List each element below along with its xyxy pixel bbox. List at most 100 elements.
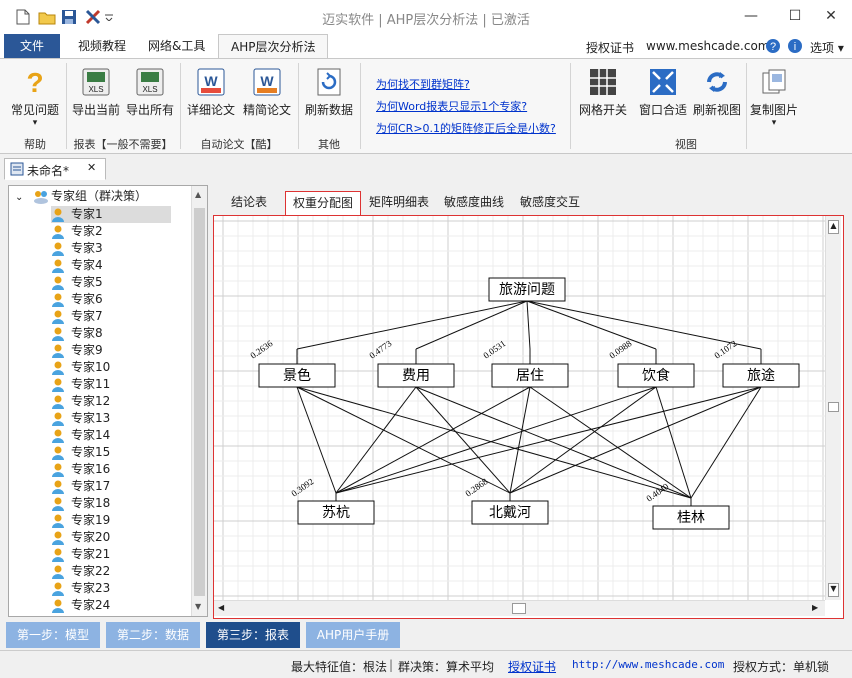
tree-item-expert[interactable]: 专家1 [51,206,171,223]
tab-video[interactable]: 视频教程 [66,34,138,58]
tree-item-expert[interactable]: 专家22 [51,563,110,580]
collapse-chevron-icon[interactable]: ⌄ [15,192,23,203]
tree-item-expert[interactable]: 专家14 [51,427,110,444]
tree-item-label: 专家16 [71,462,111,476]
criterion-node[interactable]: 旅途 [722,363,800,388]
copy-image-button[interactable]: 复制图片 ▾ [748,67,800,128]
alternative-node[interactable]: 苏杭 [297,500,375,525]
scroll-down-arrow[interactable]: ▼ [828,583,839,597]
options-menu[interactable]: 选项 ▾ [810,39,844,56]
criterion-node[interactable]: 饮食 [617,363,695,388]
group-separator [298,63,299,149]
tree-item-expert[interactable]: 专家9 [51,342,103,359]
fit-window-button[interactable]: 窗口合适 [636,67,690,118]
tab-sensitivity-interactive[interactable]: 敏感度交互 [513,191,587,215]
person-icon [51,428,65,443]
expert-tree[interactable]: ⌄ 专家组（群决策） 专家1 专家2 专家3 专家4 专家5 专家6 专家7 专家8 专家9 专家… [8,185,208,617]
tab-ahp[interactable]: AHP层次分析法 [218,34,329,58]
person-icon [51,207,65,222]
refresh-doc-icon [314,67,344,97]
tree-item-expert[interactable]: 专家13 [51,410,110,427]
info-icon[interactable]: i [787,38,803,54]
tree-item-expert[interactable]: 专家3 [51,240,103,257]
tab-weight-diagram[interactable]: 权重分配图 [285,191,361,215]
step-report-button[interactable]: 第三步：报表 [206,622,300,648]
canvas-hscroll[interactable]: ◀ ▶ [214,600,825,616]
tree-item-expert[interactable]: 专家21 [51,546,110,563]
tree-item-expert[interactable]: 专家24 [51,597,110,614]
tree-item-expert[interactable]: 专家7 [51,308,103,325]
tab-network[interactable]: 网络&工具 [136,34,217,58]
refresh-view-button[interactable]: 刷新视图 [690,67,744,118]
tree-item-label: 专家7 [71,309,103,323]
node-label: 苏杭 [322,505,350,521]
tree-item-expert[interactable]: 专家12 [51,393,110,410]
faq-link-2[interactable]: 为何Word报表只显示1个专家? [376,98,527,114]
tree-item-expert[interactable]: 专家15 [51,444,110,461]
help-icon[interactable]: ? [765,38,781,54]
step-model-button[interactable]: 第一步：模型 [6,622,100,648]
criterion-node[interactable]: 费用 [377,363,455,388]
tree-item-expert[interactable]: 专家11 [51,376,110,393]
tree-item-expert[interactable]: 专家23 [51,580,110,597]
tree-item-expert[interactable]: 专家4 [51,257,103,274]
scroll-right-arrow[interactable]: ▶ [812,603,818,612]
tree-item-expert[interactable]: 专家10 [51,359,110,376]
tree-item-expert[interactable]: 专家6 [51,291,103,308]
tree-item-expert[interactable]: 专家8 [51,325,103,342]
hierarchy-canvas[interactable]: 0.2636 0.4773 0.0531 0.0988 0.1072 0.3092 0.28… [213,215,844,619]
close-tab-icon[interactable]: ✕ [87,161,96,174]
tab-sensitivity-curve[interactable]: 敏感度曲线 [438,191,510,215]
tab-matrix-detail[interactable]: 矩阵明细表 [363,191,435,215]
alternative-node[interactable]: 桂林 [652,505,730,530]
faq-link-3[interactable]: 为何CR>0.1的矩阵修正后全是小数? [376,120,556,136]
brief-paper-button[interactable]: W 精简论文 [240,67,294,118]
tab-file[interactable]: 文件 [4,34,60,58]
refresh-data-button[interactable]: 刷新数据 [302,67,356,118]
title-bar: 迈实软件 | AHP层次分析法 | 已激活 — ☐ ✕ [0,0,852,34]
user-manual-button[interactable]: AHP用户手册 [306,622,400,648]
status-url-link[interactable]: http://www.meshcade.com [572,658,724,671]
faq-link-1[interactable]: 为何找不到群矩阵? [376,76,470,92]
tab-summary[interactable]: 结论表 [222,191,276,215]
maximize-button[interactable]: ☐ [780,4,810,28]
step-data-button[interactable]: 第二步：数据 [106,622,200,648]
canvas-hscroll-thumb[interactable] [512,603,526,614]
tree-root[interactable]: ⌄ 专家组（群决策） [15,188,147,205]
document-tab[interactable]: 未命名* ✕ [4,158,106,180]
faq-button[interactable]: ? 常见问题 ▾ [6,67,64,128]
criterion-node[interactable]: 居住 [491,363,569,388]
canvas-vscroll[interactable]: ▲ ▼ [825,216,841,600]
license-link[interactable]: 授权证书 [586,39,634,56]
criterion-node[interactable]: 景色 [258,363,336,388]
tree-item-expert[interactable]: 专家19 [51,512,110,529]
tree-item-expert[interactable]: 专家16 [51,461,110,478]
tree-item-expert[interactable]: 专家20 [51,529,110,546]
export-all-button[interactable]: XLS 导出所有 [124,67,176,118]
canvas-vscroll-thumb[interactable] [828,402,839,412]
person-icon [51,258,65,273]
alternative-node[interactable]: 北戴河 [471,500,549,525]
site-link[interactable]: www.meshcade.com [646,39,769,53]
node-label: 费用 [402,368,430,384]
person-icon [51,360,65,375]
status-eigen: 最大特征值：根法 [291,660,388,674]
scroll-left-arrow[interactable]: ◀ [218,603,224,612]
tree-scroll-thumb[interactable] [194,208,205,596]
tree-item-expert[interactable]: 专家2 [51,223,103,240]
goal-node[interactable]: 旅游问题 [488,277,566,302]
minimize-button[interactable]: — [736,4,766,28]
export-current-button[interactable]: XLS 导出当前 [70,67,122,118]
tree-item-expert[interactable]: 专家18 [51,495,110,512]
status-license-link[interactable]: 授权证书 [508,658,556,675]
scroll-up-arrow[interactable]: ▲ [828,220,839,234]
tree-item-expert[interactable]: 专家17 [51,478,110,495]
detailed-paper-button[interactable]: W 详细论文 [184,67,238,118]
close-button[interactable]: ✕ [816,4,846,28]
person-icon [51,547,65,562]
grid-toggle-button[interactable]: 网格开关 [576,67,630,118]
tree-scrollbar[interactable]: ▲ ▼ [191,186,207,616]
svg-text:XLS: XLS [142,85,157,94]
tree-item-expert[interactable]: 专家5 [51,274,103,291]
node-label: 北戴河 [489,505,531,521]
